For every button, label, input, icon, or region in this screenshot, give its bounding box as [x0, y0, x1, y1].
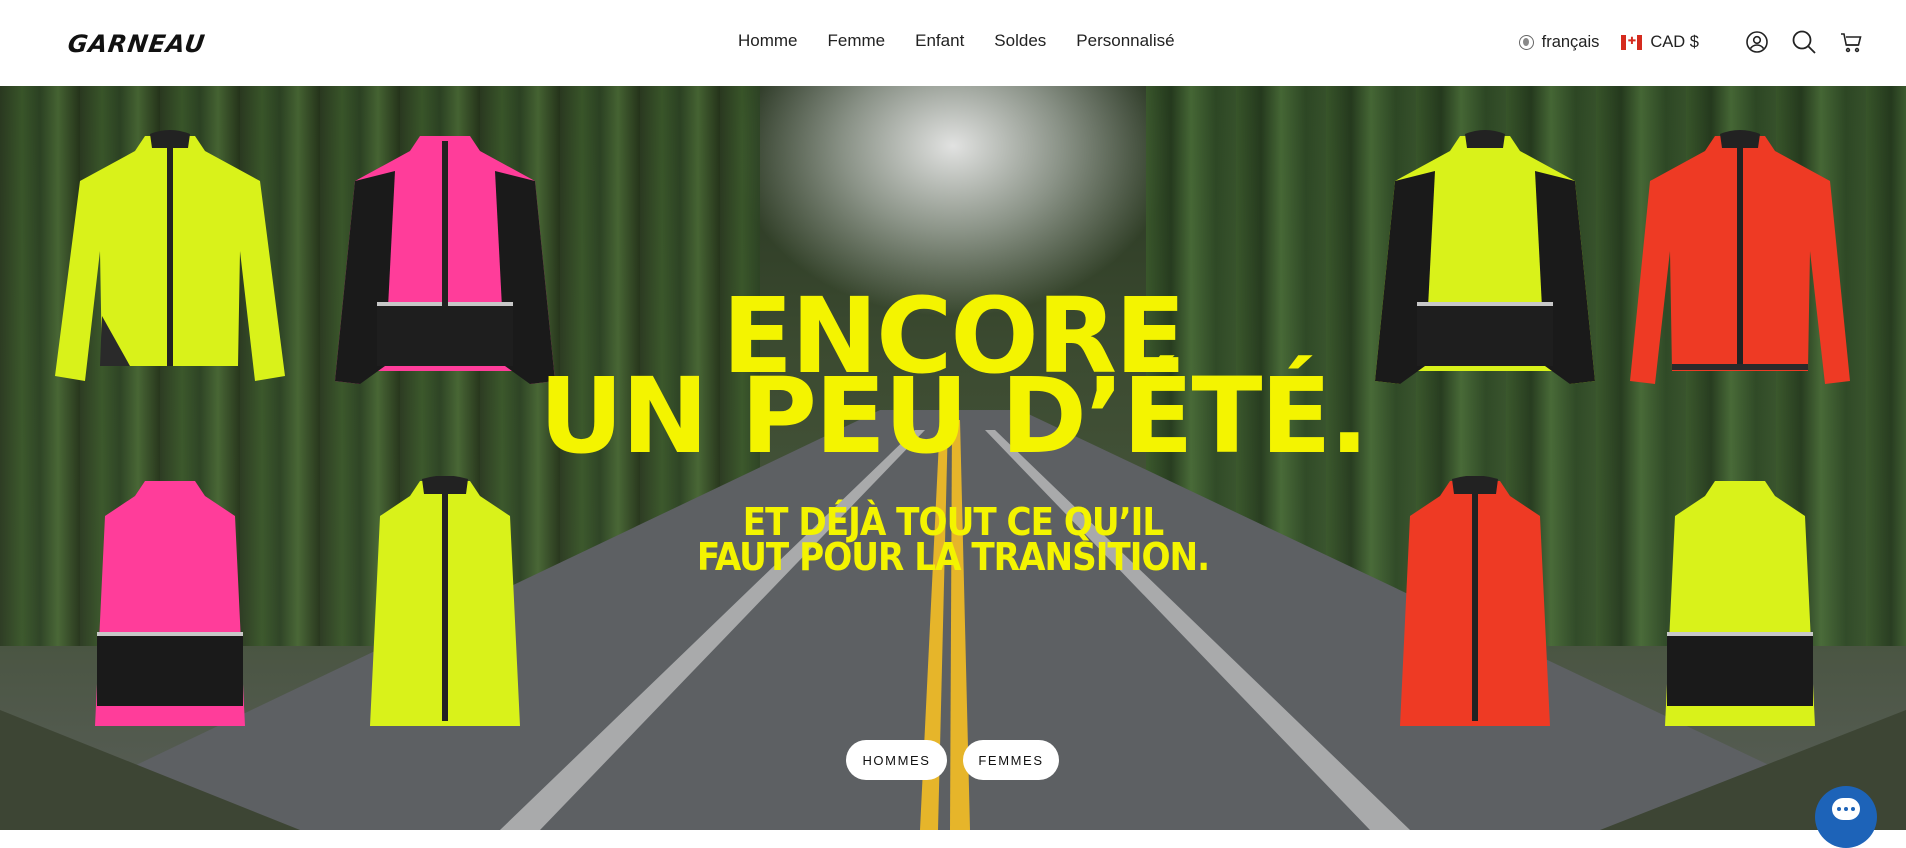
account-icon	[1746, 31, 1768, 53]
nav-item-enfant[interactable]: Enfant	[915, 31, 964, 51]
nav-item-homme[interactable]: Homme	[738, 31, 798, 51]
flag-canada-icon: ✚	[1621, 34, 1643, 50]
hero-subline-2: FAUT POUR LA TRANSITION.	[696, 535, 1210, 579]
account-button[interactable]	[1744, 29, 1770, 55]
search-button[interactable]	[1791, 29, 1817, 55]
globe-icon	[1518, 34, 1534, 50]
shop-women-button[interactable]: FEMMES	[963, 740, 1059, 780]
garneau-logo[interactable]: GARNEAU	[66, 30, 207, 58]
chat-icon	[1832, 798, 1860, 820]
language-label: français	[1541, 32, 1600, 51]
language-selector[interactable]: français	[1518, 32, 1600, 52]
nav-item-soldes[interactable]: Soldes	[994, 31, 1046, 51]
page-bottom-edge	[0, 830, 1906, 838]
hero-headline-line2: UN PEU D’ÉTÉ.	[539, 355, 1369, 477]
currency-label: CAD $	[1650, 32, 1699, 51]
site-header: GARNEAU Homme Femme Enfant Soldes Person…	[0, 0, 1906, 86]
currency-selector[interactable]: ✚ CAD $	[1621, 33, 1699, 52]
main-nav: Homme Femme Enfant Soldes Personnalisé	[738, 31, 1175, 51]
chat-button[interactable]	[1815, 786, 1877, 848]
header-tools: français ✚ CAD $	[1518, 29, 1864, 55]
hero-banner: ENCORE UN PEU D’ÉTÉ. ET DÉJÀ TOUT CE QU’…	[0, 86, 1906, 830]
cart-button[interactable]	[1838, 29, 1864, 55]
search-icon	[1792, 30, 1816, 54]
nav-item-personnalise[interactable]: Personnalisé	[1076, 31, 1174, 51]
nav-item-femme[interactable]: Femme	[828, 31, 886, 51]
cart-icon	[1841, 33, 1862, 53]
shop-men-button[interactable]: HOMMES	[846, 740, 947, 780]
